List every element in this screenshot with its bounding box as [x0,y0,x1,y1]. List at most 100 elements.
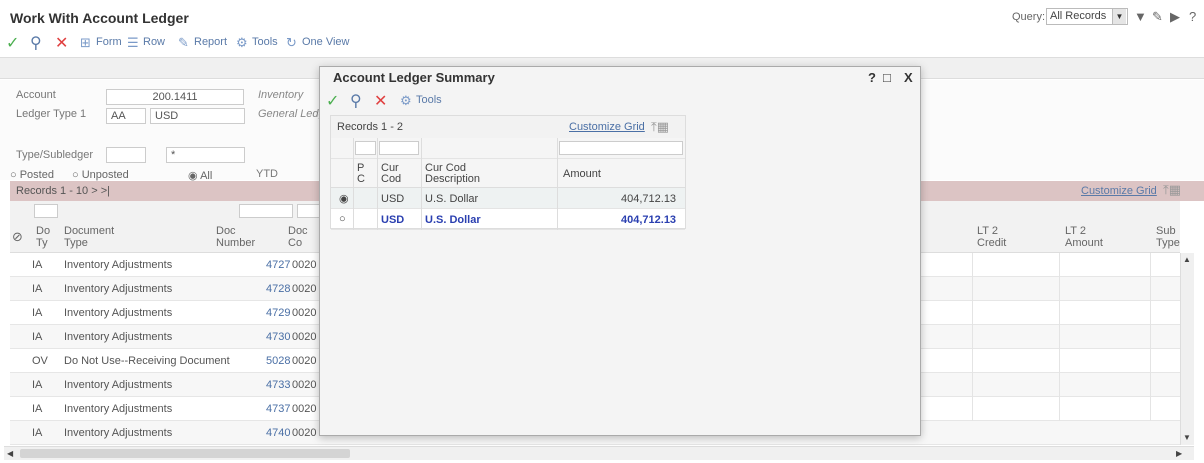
row-doc-ty: IA [32,379,43,391]
col-divider [1150,373,1151,397]
col-lt2-credit[interactable]: LT 2 Credit [977,225,1006,249]
tools-menu[interactable]: Tools [252,36,278,48]
filter-amount[interactable] [559,141,683,155]
summary-records-bar: Records 1 - 2 Customize Grid ⤒▦ [331,116,685,138]
col-amount[interactable]: Amount [563,168,601,180]
ytd-label: YTD [256,168,278,180]
col-pc[interactable]: PC [357,163,365,185]
horizontal-scrollbar[interactable]: ◀ ▶ [4,446,1194,460]
subledger-field[interactable]: * [166,147,245,163]
row-doc-ty: IA [32,259,43,271]
close-icon[interactable]: X [904,70,913,85]
export-icon[interactable]: ⤒▦ [1163,182,1181,198]
summary-row[interactable]: ○ USD U.S. Dollar 404,712.13 [331,209,685,230]
vertical-scrollbar[interactable]: ▲ ▼ [1180,253,1194,445]
filter-doc-ty[interactable] [34,204,58,218]
close-icon[interactable]: ✕ [55,33,68,53]
row-doc-number[interactable]: 4737 [266,403,290,415]
report-icon: ✎ [178,35,189,50]
row-doc-number[interactable]: 4729 [266,307,290,319]
filter-pc[interactable] [355,141,376,155]
scroll-up-icon[interactable]: ▲ [1183,255,1191,264]
row-select-radio[interactable]: ◉ [339,192,349,205]
col-divider [1150,277,1151,301]
col-divider [1059,325,1060,349]
col-cur-cod-line2: Cod [381,173,402,185]
col-divider [1150,397,1151,421]
search-icon[interactable]: ⚲ [30,33,42,53]
row-doc-type: Inventory Adjustments [64,283,173,295]
scroll-thumb[interactable] [20,449,350,458]
type-field[interactable] [106,147,146,163]
tools-menu[interactable]: Tools [416,94,442,106]
unposted-label: Unposted [81,169,129,181]
col-do-ty[interactable]: Do Ty [36,225,50,249]
ok-icon[interactable]: ✓ [326,91,339,111]
row-doc-type: Inventory Adjustments [64,403,173,415]
row-doc-type: Inventory Adjustments [64,379,173,391]
ledger-currency-field[interactable]: USD [150,108,245,124]
unposted-radio[interactable]: ○ Unposted [72,169,129,181]
row-doc-number[interactable]: 5028 [266,355,290,367]
maximize-icon[interactable]: □ [883,70,891,85]
posted-label: Posted [19,169,54,181]
col-description[interactable]: Cur Cod Description [425,163,480,185]
row-doc-number[interactable]: 4728 [266,283,290,295]
help-icon[interactable]: ? [868,70,876,85]
one-view-menu[interactable]: One View [302,36,350,48]
row-doc-co: 0020 [292,331,317,343]
report-menu[interactable]: Report [194,36,227,48]
col-divider [1059,373,1060,397]
col-divider [421,138,422,230]
row-select-radio[interactable]: ○ [339,213,346,225]
filter-icon[interactable]: ▼ [1134,9,1147,24]
account-field[interactable]: 200.1411 [106,89,244,105]
col-sub-type-line1: Sub [1156,225,1176,237]
scroll-down-icon[interactable]: ▼ [1183,433,1191,442]
scroll-right-icon[interactable]: ▶ [1176,449,1182,458]
cancel-icon[interactable]: ✕ [374,91,387,111]
posted-radio[interactable]: ○ Posted [10,169,54,181]
col-lt2-amount[interactable]: LT 2 Amount [1065,225,1103,249]
row-doc-ty: IA [32,403,43,415]
next-page-icon[interactable]: > [91,185,97,197]
play-icon[interactable]: ▶ [1170,9,1180,25]
col-document-type[interactable]: Document Type [64,225,114,249]
last-page-icon[interactable]: >| [101,185,110,197]
help-icon[interactable]: ? [1189,9,1196,24]
row-doc-co: 0020 [292,283,317,295]
scroll-left-icon[interactable]: ◀ [7,449,13,458]
form-menu[interactable]: Form [96,36,122,48]
summary-filter-row [331,138,685,158]
col-doc-number[interactable]: Doc Number [216,225,255,249]
row-doc-number[interactable]: 4740 [266,427,290,439]
row-doc-number[interactable]: 4730 [266,331,290,343]
gear-icon: ⚙ [236,35,248,50]
customize-grid-link[interactable]: Customize Grid [1081,185,1157,197]
col-doc-number-line2: Number [216,237,256,249]
ledger-type-field[interactable]: AA [106,108,146,124]
export-icon[interactable]: ⤒▦ [651,119,669,135]
chevron-down-icon[interactable]: ▼ [1112,9,1126,24]
row-doc-co: 0020 [292,307,317,319]
row-menu[interactable]: Row [143,36,165,48]
col-sub-type[interactable]: Sub Type [1156,225,1180,249]
row-doc-ty: IA [32,331,43,343]
col-doc-co[interactable]: Doc Co [288,225,308,249]
summary-row[interactable]: ◉ USD U.S. Dollar 404,712.13 [331,188,685,209]
row-doc-ty: IA [32,283,43,295]
ok-icon[interactable]: ✓ [6,33,19,53]
edit-icon[interactable]: ✎ [1152,9,1163,25]
customize-grid-link[interactable]: Customize Grid [569,121,645,133]
col-doc-number-line1: Doc [216,225,236,237]
select-all-icon[interactable]: ⊘ [12,230,23,243]
row-doc-number[interactable]: 4727 [266,259,290,271]
filter-doc-number[interactable] [239,204,293,218]
dialog-title: Account Ledger Summary [333,70,495,85]
summary-grid-header: PC Cur Cod Cur Cod Description Amount [331,158,685,188]
search-icon[interactable]: ⚲ [350,91,362,111]
filter-cur-cod[interactable] [379,141,419,155]
row-doc-number[interactable]: 4733 [266,379,290,391]
col-divider [1059,349,1060,373]
col-cur-cod[interactable]: Cur Cod [381,163,401,185]
